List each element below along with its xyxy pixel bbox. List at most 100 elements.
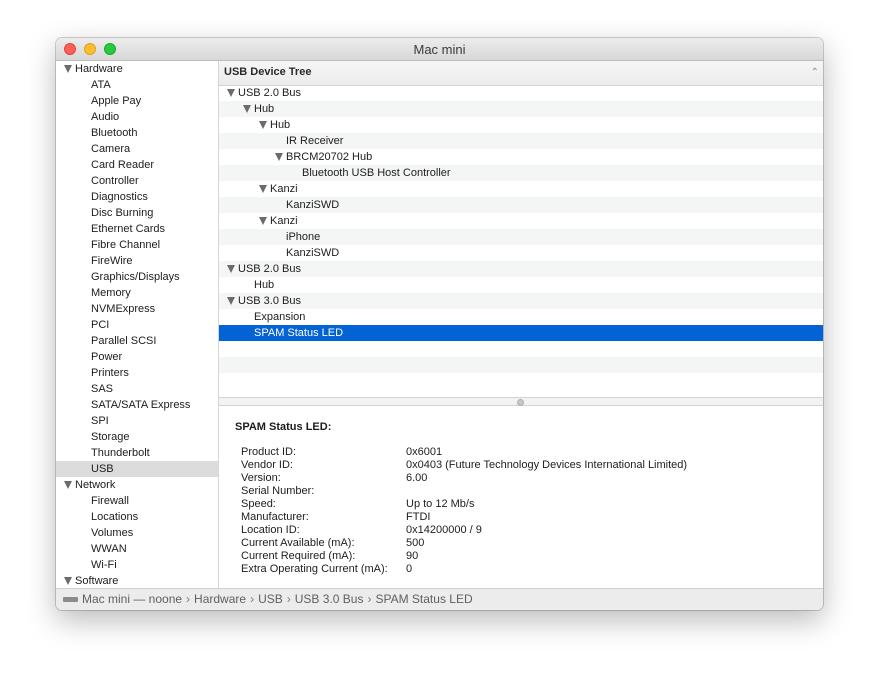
sidebar-item-wi-fi[interactable]: Wi-Fi [56, 557, 218, 573]
tree-row-expansion[interactable]: Expansion [219, 309, 823, 325]
sidebar-item-label: SATA/SATA Express [91, 399, 191, 411]
sidebar-category-software[interactable]: Software [56, 573, 218, 588]
property-value: 0 [406, 563, 413, 575]
tree-row-hub[interactable]: Hub [219, 117, 823, 133]
splitter-handle-icon[interactable] [517, 399, 524, 406]
tree-row-kanziswd[interactable]: KanziSWD [219, 197, 823, 213]
tree-row-label: Kanzi [270, 183, 298, 195]
sidebar-item-storage[interactable]: Storage [56, 429, 218, 445]
tree-row-brcm20702-hub[interactable]: BRCM20702 Hub [219, 149, 823, 165]
sidebar-item-label: Parallel SCSI [91, 335, 157, 347]
tree-row-kanzi[interactable]: Kanzi [219, 213, 823, 229]
breadcrumb-item[interactable]: SPAM Status LED [375, 592, 472, 606]
sidebar-item-pci[interactable]: PCI [56, 317, 218, 333]
disclosure-triangle-icon[interactable] [64, 577, 72, 585]
property-value: 500 [406, 537, 425, 549]
breadcrumb-item[interactable]: USB [258, 592, 283, 606]
sidebar-item-label: Apple Pay [91, 95, 142, 107]
sidebar-item-memory[interactable]: Memory [56, 285, 218, 301]
tree-row-usb-2-0-bus[interactable]: USB 2.0 Bus [219, 261, 823, 277]
sidebar-item-sas[interactable]: SAS [56, 381, 218, 397]
property-label: Vendor ID: [241, 459, 293, 471]
disclosure-triangle-icon[interactable] [64, 65, 72, 73]
sidebar-category-hardware[interactable]: Hardware [56, 61, 218, 77]
sidebar-item-parallel-scsi[interactable]: Parallel SCSI [56, 333, 218, 349]
sidebar-item-fibre-channel[interactable]: Fibre Channel [56, 237, 218, 253]
sidebar-item-firewire[interactable]: FireWire [56, 253, 218, 269]
sidebar-item-disc-burning[interactable]: Disc Burning [56, 205, 218, 221]
sidebar-item-wwan[interactable]: WWAN [56, 541, 218, 557]
disclosure-triangle-icon[interactable] [243, 105, 251, 113]
sidebar-item-usb[interactable]: USB [56, 461, 218, 477]
sidebar-item-graphics-displays[interactable]: Graphics/Displays [56, 269, 218, 285]
sidebar-item-volumes[interactable]: Volumes [56, 525, 218, 541]
breadcrumb-item[interactable]: Mac mini — noone [82, 592, 182, 606]
disclosure-triangle-icon[interactable] [64, 481, 72, 489]
tree-row-hub[interactable]: Hub [219, 277, 823, 293]
disclosure-triangle-icon[interactable] [227, 89, 235, 97]
sidebar-item-printers[interactable]: Printers [56, 365, 218, 381]
sidebar-item-label: Fibre Channel [91, 239, 161, 251]
tree-row-iphone[interactable]: iPhone [219, 229, 823, 245]
sidebar-item-label: Audio [91, 111, 120, 123]
breadcrumb-separator-icon: › [367, 592, 372, 606]
breadcrumb-item[interactable]: USB 3.0 Bus [295, 592, 364, 606]
title-bar[interactable]: Mac mini [56, 38, 823, 61]
disclosure-triangle-icon[interactable] [259, 185, 267, 193]
disclosure-triangle-icon[interactable] [227, 265, 235, 273]
sidebar-item-label: Memory [91, 287, 131, 299]
sidebar-item-nvmexpress[interactable]: NVMExpress [56, 301, 218, 317]
usb-device-tree: USB 2.0 Bus Hub Hub IR Receiver BRCM20702 Hu… [219, 85, 823, 397]
sidebar-item-card-reader[interactable]: Card Reader [56, 157, 218, 173]
breadcrumb-separator-icon: › [286, 592, 291, 606]
tree-row-empty [219, 341, 823, 357]
sidebar-item-spi[interactable]: SPI [56, 413, 218, 429]
breadcrumb-item[interactable]: Hardware [194, 592, 246, 606]
sidebar-item-firewall[interactable]: Firewall [56, 493, 218, 509]
sort-chevron-up-icon[interactable]: ⌃ [811, 67, 819, 78]
sidebar-item-ata[interactable]: ATA [56, 77, 218, 93]
tree-header-label: USB Device Tree [224, 66, 312, 78]
tree-row-kanzi[interactable]: Kanzi [219, 181, 823, 197]
sidebar-item-controller[interactable]: Controller [56, 173, 218, 189]
tree-row-label: KanziSWD [286, 247, 340, 259]
sidebar-item-label: Controller [91, 175, 139, 187]
sidebar-item-diagnostics[interactable]: Diagnostics [56, 189, 218, 205]
property-label: Current Available (mA): [241, 537, 355, 549]
tree-row-usb-3-0-bus[interactable]: USB 3.0 Bus [219, 293, 823, 309]
sidebar-item-camera[interactable]: Camera [56, 141, 218, 157]
sidebar-item-locations[interactable]: Locations [56, 509, 218, 525]
property-value: 90 [406, 550, 419, 562]
tree-row-label: Bluetooth USB Host Controller [302, 167, 451, 179]
tree-row-usb-2-0-bus[interactable]: USB 2.0 Bus [219, 85, 823, 101]
disclosure-triangle-icon[interactable] [275, 153, 283, 161]
sidebar-item-label: Software [75, 575, 119, 587]
property-value: 0x14200000 / 9 [406, 524, 482, 536]
sidebar-item-audio[interactable]: Audio [56, 109, 218, 125]
property-label: Location ID: [241, 524, 300, 536]
disclosure-triangle-icon[interactable] [259, 217, 267, 225]
sidebar-item-label: Storage [91, 431, 130, 443]
sidebar-item-sata-sata-express[interactable]: SATA/SATA Express [56, 397, 218, 413]
tree-row-label: Expansion [254, 311, 306, 323]
sidebar-item-power[interactable]: Power [56, 349, 218, 365]
sidebar-item-label: NVMExpress [91, 303, 156, 315]
tree-row-ir-receiver[interactable]: IR Receiver [219, 133, 823, 149]
sidebar-item-ethernet-cards[interactable]: Ethernet Cards [56, 221, 218, 237]
tree-row-hub[interactable]: Hub [219, 101, 823, 117]
property-value: 0x6001 [406, 446, 443, 458]
sidebar-item-label: WWAN [91, 543, 127, 555]
disclosure-triangle-icon[interactable] [259, 121, 267, 129]
breadcrumb-separator-icon: › [186, 592, 191, 606]
sidebar-item-thunderbolt[interactable]: Thunderbolt [56, 445, 218, 461]
disclosure-triangle-icon[interactable] [227, 297, 235, 305]
tree-row-kanziswd[interactable]: KanziSWD [219, 245, 823, 261]
sidebar-item-bluetooth[interactable]: Bluetooth [56, 125, 218, 141]
tree-row-label: BRCM20702 Hub [286, 151, 373, 163]
sidebar-category-network[interactable]: Network [56, 477, 218, 493]
tree-row-bluetooth-usb-host-controller[interactable]: Bluetooth USB Host Controller [219, 165, 823, 181]
pane-splitter[interactable] [219, 397, 823, 406]
sidebar-item-apple-pay[interactable]: Apple Pay [56, 93, 218, 109]
tree-column-header[interactable]: USB Device Tree ⌃ [219, 61, 823, 86]
tree-row-spam-status-led[interactable]: SPAM Status LED [219, 325, 823, 341]
